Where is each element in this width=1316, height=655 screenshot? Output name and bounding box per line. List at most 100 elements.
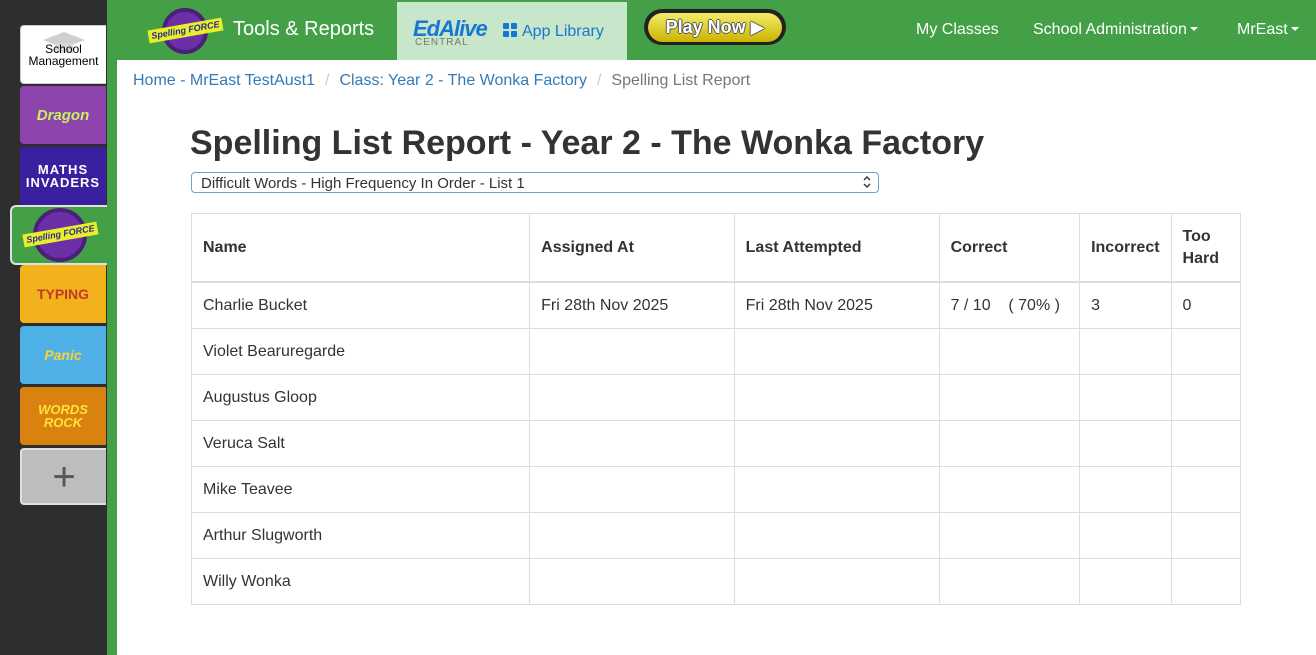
caret-down-icon xyxy=(1290,27,1299,31)
school-administration-dropdown[interactable]: School Administration xyxy=(1033,21,1198,39)
breadcrumb-home-link[interactable]: Home - MrEast TestAust1 xyxy=(133,72,315,89)
cell-assigned xyxy=(529,512,735,559)
cell-name: Veruca Salt xyxy=(190,420,531,467)
cell-too-hard xyxy=(1170,374,1242,421)
app-tile-typing-tournament[interactable]: TYPING xyxy=(20,265,106,323)
header-last-attempted[interactable]: Last Attempted xyxy=(733,213,940,283)
volcanic-panic-logo: Panic xyxy=(44,347,82,363)
cell-last xyxy=(733,558,940,605)
app-tile-volcanic-panic[interactable]: Panic xyxy=(20,326,106,384)
table-row[interactable]: Arthur Slugworth xyxy=(190,512,1242,559)
cell-assigned: Fri 28th Nov 2025 xyxy=(529,281,735,329)
school-management-label-1: School xyxy=(45,41,82,56)
header-assigned-at[interactable]: Assigned At xyxy=(529,213,735,283)
cell-assigned xyxy=(529,420,735,467)
report-body: Charlie Bucket Fri 28th Nov 2025 Fri 28th … xyxy=(190,281,1242,605)
breadcrumb: Home - MrEast TestAust1 / Class: Year 2 - … xyxy=(133,72,750,90)
cell-name: Violet Bearuregarde xyxy=(190,328,531,375)
my-classes-link[interactable]: My Classes xyxy=(916,21,999,39)
cell-last xyxy=(733,374,940,421)
table-row[interactable]: Mike Teavee xyxy=(190,466,1242,513)
app-library-link[interactable]: App Library xyxy=(503,23,604,41)
app-tile-dragon-maths[interactable]: Dragon xyxy=(20,86,106,144)
school-management-label-2: Management xyxy=(28,53,99,68)
cell-too-hard xyxy=(1170,466,1242,513)
edalive-central-label: CENTRAL xyxy=(415,37,469,48)
grid-icon xyxy=(503,23,517,37)
breadcrumb-class-link[interactable]: Class: Year 2 - The Wonka Factory xyxy=(339,72,587,89)
breadcrumb-current: Spelling List Report xyxy=(611,72,751,89)
cell-name: Mike Teavee xyxy=(190,466,531,513)
maths-invaders-logo: MATHS INVADERS xyxy=(25,162,101,190)
top-navbar: Spelling FORCE Tools & Reports EdAlive C… xyxy=(117,0,1316,60)
school-administration-label: School Administration xyxy=(1033,21,1187,38)
cell-assigned xyxy=(529,374,735,421)
typing-tournament-logo: TYPING xyxy=(36,286,90,302)
cell-incorrect xyxy=(1079,558,1172,605)
play-now-label: Play Now ▶ xyxy=(648,12,782,42)
cell-correct xyxy=(938,466,1081,513)
app-logo[interactable]: Spelling FORCE xyxy=(146,8,224,54)
header-name[interactable]: Name xyxy=(190,213,531,283)
header-correct[interactable]: Correct xyxy=(938,213,1081,283)
cell-correct xyxy=(938,512,1081,559)
cell-incorrect xyxy=(1079,466,1172,513)
user-menu-dropdown[interactable]: MrEast xyxy=(1237,21,1299,39)
cell-last xyxy=(733,420,940,467)
header-too-hard-line2: Hard xyxy=(1182,249,1219,267)
tools-reports-title[interactable]: Tools & Reports xyxy=(233,18,374,41)
cell-too-hard xyxy=(1170,328,1242,375)
app-tile-maths-invaders[interactable]: MATHS INVADERS xyxy=(20,147,106,205)
cell-incorrect xyxy=(1079,512,1172,559)
cell-correct xyxy=(938,374,1081,421)
breadcrumb-separator: / xyxy=(596,72,602,89)
cell-too-hard: 0 xyxy=(1170,281,1242,329)
caret-down-icon xyxy=(1189,27,1198,31)
plus-icon: + xyxy=(52,454,76,499)
school-management-tile[interactable]: School Management xyxy=(20,25,106,84)
cell-too-hard xyxy=(1170,420,1242,467)
dragon-maths-logo: Dragon xyxy=(36,106,90,124)
words-rock-logo: WORDS ROCK xyxy=(38,402,88,430)
cell-correct xyxy=(938,558,1081,605)
table-row[interactable]: Willy Wonka xyxy=(190,558,1242,605)
add-app-button[interactable]: + xyxy=(20,448,106,505)
cell-name: Augustus Gloop xyxy=(190,374,531,421)
user-name: MrEast xyxy=(1237,21,1288,38)
cell-too-hard xyxy=(1170,512,1242,559)
app-tile-spelling-force[interactable]: Spelling FORCE xyxy=(10,205,108,265)
header-too-hard[interactable]: Too Hard xyxy=(1170,213,1242,283)
table-header-row: Name Assigned At Last Attempted Correct … xyxy=(190,213,1242,283)
spelling-force-logo-text: Spelling FORCE xyxy=(21,221,99,249)
select-arrows-icon xyxy=(863,176,871,188)
nav-logo-text: Spelling FORCE xyxy=(146,17,224,45)
app-sidebar: School Management Dragon MATHS INVADERS … xyxy=(0,0,108,655)
cell-name: Charlie Bucket xyxy=(190,281,531,329)
cell-last xyxy=(733,466,940,513)
page-title: Spelling List Report - Year 2 - The Wonk… xyxy=(190,124,985,162)
cell-last xyxy=(733,512,940,559)
app-tile-words-rock[interactable]: WORDS ROCK xyxy=(20,387,106,445)
cell-assigned xyxy=(529,558,735,605)
table-row[interactable]: Violet Bearuregarde xyxy=(190,328,1242,375)
spelling-list-selected-value: Difficult Words - High Frequency In Orde… xyxy=(201,175,525,192)
edalive-central-panel[interactable]: EdAlive CENTRAL App Library xyxy=(397,2,627,60)
play-now-button[interactable]: Play Now ▶ xyxy=(644,9,786,45)
header-too-hard-line1: Too xyxy=(1182,227,1211,245)
cell-assigned xyxy=(529,328,735,375)
cell-incorrect xyxy=(1079,374,1172,421)
cell-correct xyxy=(938,328,1081,375)
spelling-report-table: Name Assigned At Last Attempted Correct … xyxy=(190,213,1242,605)
header-incorrect[interactable]: Incorrect xyxy=(1079,213,1172,283)
table-row[interactable]: Augustus Gloop xyxy=(190,374,1242,421)
app-library-label: App Library xyxy=(522,23,604,40)
breadcrumb-separator: / xyxy=(324,72,330,89)
spelling-force-logo: Spelling FORCE xyxy=(21,208,99,262)
spelling-force-nav-logo: Spelling FORCE xyxy=(146,8,224,54)
cell-name: Arthur Slugworth xyxy=(190,512,531,559)
table-row[interactable]: Charlie Bucket Fri 28th Nov 2025 Fri 28th … xyxy=(190,281,1242,329)
cell-correct xyxy=(938,420,1081,467)
spelling-list-select[interactable]: Difficult Words - High Frequency In Orde… xyxy=(191,172,879,193)
table-row[interactable]: Veruca Salt xyxy=(190,420,1242,467)
sidebar-accent-bar xyxy=(107,0,117,655)
